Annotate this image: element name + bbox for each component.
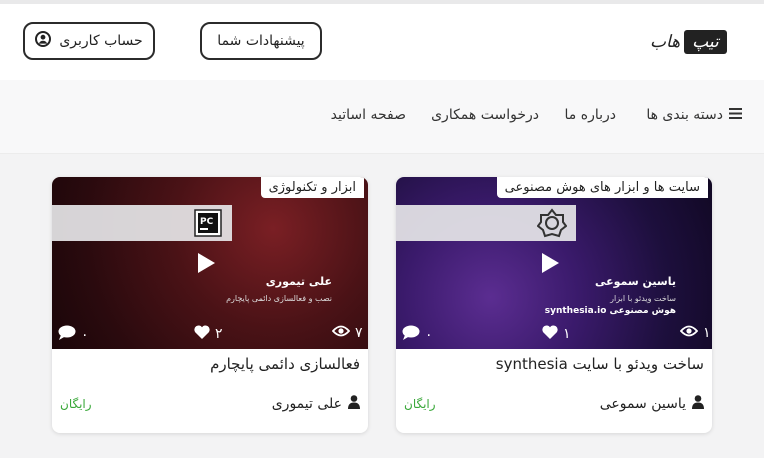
- author-name: علی تیموری: [271, 396, 342, 412]
- site-logo[interactable]: تیپ هاب: [650, 26, 727, 58]
- nav-about-label: درباره ما: [564, 107, 616, 123]
- nav-about[interactable]: درباره ما: [565, 107, 616, 123]
- course-title[interactable]: فعالسازی دائمی پایچارم: [210, 355, 360, 373]
- logo-text: هاب: [650, 32, 681, 52]
- account-label: حساب کاربری: [59, 33, 143, 49]
- course-author[interactable]: یاسین سموعی: [600, 395, 704, 413]
- like-count-value: ۲: [215, 326, 223, 342]
- nav-categories-label: دسته بندی ها: [646, 107, 723, 123]
- nav-cooperation[interactable]: درخواست همکاری: [431, 107, 539, 123]
- course-cards: یاسین سموعی ساخت ویدئو با ابزار هوش مصنو…: [0, 155, 764, 458]
- comment-count-value: ۰: [425, 326, 433, 343]
- header: حساب کاربری پیشنهادات شما تیپ هاب: [0, 4, 764, 80]
- play-icon[interactable]: [542, 253, 559, 273]
- view-count-value: ۷: [355, 325, 363, 341]
- heart-icon: [542, 325, 558, 343]
- user-icon: [348, 395, 360, 413]
- course-thumbnail[interactable]: یاسین سموعی ساخت ویدئو با ابزار هوش مصنو…: [396, 177, 712, 349]
- price-label: رایگان: [404, 397, 436, 411]
- like-count: ۱: [542, 325, 571, 343]
- pycharm-logo-icon: PC: [191, 207, 225, 239]
- heart-icon: [194, 325, 210, 343]
- logo-box: تیپ: [684, 30, 727, 54]
- thumbnail-author: یاسین سموعی: [594, 275, 676, 288]
- suggestions-button[interactable]: پیشنهادات شما: [200, 22, 322, 60]
- user-icon: [692, 395, 704, 413]
- eye-icon: [679, 325, 699, 341]
- course-author[interactable]: علی تیموری: [272, 395, 360, 413]
- comment-count: ۰: [402, 325, 433, 344]
- comment-count-value: ۰: [81, 326, 89, 343]
- view-count: ۷: [331, 325, 363, 341]
- course-thumbnail[interactable]: PC علی تیموری نصب و فعالسازی دائمی پایچا…: [52, 177, 368, 349]
- play-icon[interactable]: [198, 253, 215, 273]
- nav-teachers[interactable]: صفحه اساتید: [331, 107, 406, 123]
- svg-text:PC: PC: [200, 217, 214, 227]
- comment-icon: [402, 325, 420, 344]
- thumbnail-subtitle-line2: هوش مصنوعی synthesia.io: [544, 306, 676, 316]
- user-circle-icon: [35, 31, 52, 51]
- course-card[interactable]: یاسین سموعی ساخت ویدئو با ابزار هوش مصنو…: [396, 177, 712, 433]
- account-button[interactable]: حساب کاربری: [23, 22, 155, 60]
- thumbnail-author: علی تیموری: [265, 275, 332, 288]
- like-count: ۲: [194, 325, 223, 343]
- nav-teachers-label: صفحه اساتید: [330, 107, 406, 123]
- course-card[interactable]: PC علی تیموری نصب و فعالسازی دائمی پایچا…: [52, 177, 368, 433]
- comment-count: ۰: [58, 325, 89, 344]
- price-label: رایگان: [60, 397, 92, 411]
- thumbnail-subtitle: ساخت ویدئو با ابزار هوش مصنوعی synthesia…: [545, 293, 676, 317]
- category-tag[interactable]: ابزار و تکنولوژی: [260, 177, 364, 198]
- author-name: یاسین سموعی: [599, 396, 686, 412]
- category-tag[interactable]: سایت ها و ابزار های هوش مصنوعی: [496, 177, 708, 198]
- course-title[interactable]: ساخت ویدئو با سایت synthesia: [496, 355, 704, 373]
- nav-categories[interactable]: دسته بندی ها: [646, 107, 742, 123]
- thumbnail-subtitle-line1: ساخت ویدئو با ابزار: [610, 294, 676, 303]
- nav-cooperation-label: درخواست همکاری: [431, 107, 539, 123]
- ai-emblem-icon: [535, 207, 569, 239]
- menu-icon: [729, 107, 742, 123]
- course-stats: ۰ ۲ ۷: [52, 325, 368, 343]
- view-count: ۱: [679, 325, 711, 341]
- thumbnail-subtitle: نصب و فعالسازی دائمی پایچارم: [226, 293, 332, 305]
- thumbnail-subtitle-line1: نصب و فعالسازی دائمی پایچارم: [226, 294, 332, 303]
- main-nav: دسته بندی ها درباره ما درخواست همکاری صف…: [0, 80, 764, 154]
- course-stats: ۰ ۱ ۱: [396, 325, 712, 343]
- like-count-value: ۱: [563, 326, 571, 342]
- suggestions-label: پیشنهادات شما: [217, 33, 305, 49]
- view-count-value: ۱: [703, 325, 711, 341]
- eye-icon: [331, 325, 351, 341]
- comment-icon: [58, 325, 76, 344]
